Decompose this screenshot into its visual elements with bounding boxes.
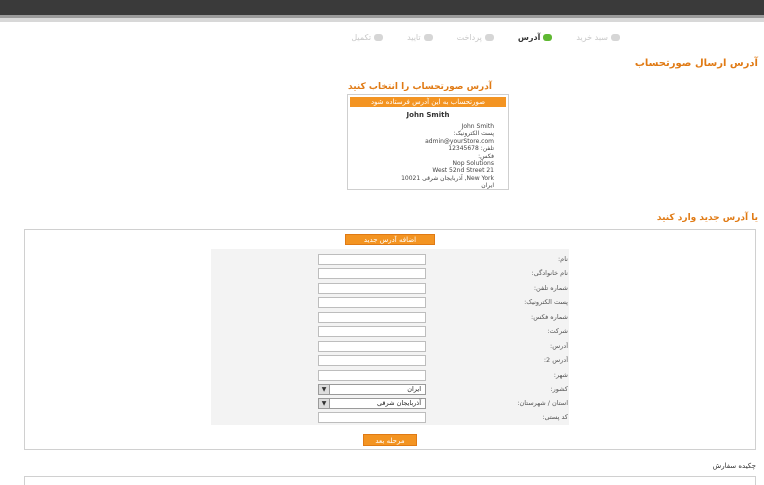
step-label: آدرس — [517, 32, 541, 42]
window-top-bar — [0, 0, 764, 18]
company-label: شرکت: — [547, 327, 568, 335]
phone-label: شماره تلفن: — [533, 284, 568, 292]
address-card-details: John Smith پست الکترونیک: admin@yourStor… — [364, 123, 494, 190]
state-selected-value: آذربایجان شرقی — [376, 399, 421, 407]
chevron-down-icon[interactable]: ▼ — [319, 399, 330, 408]
step-payment[interactable]: پرداخت — [457, 30, 494, 44]
company-input[interactable] — [318, 326, 426, 337]
email-input[interactable] — [318, 297, 426, 308]
step-address-icon — [543, 33, 553, 41]
zip-row: کد پستی: — [318, 412, 570, 424]
select-address-title: آدرس صورتحساب را انتخاب کنید — [348, 82, 492, 92]
state-row: استان / شهرستان: ▼ آذربایجان شرقی — [318, 398, 570, 410]
fax-label: شماره فکس: — [531, 313, 568, 321]
address2-label: آدرس 2: — [543, 356, 568, 364]
country-select[interactable]: ▼ ایران — [318, 384, 426, 395]
country-label: کشور: — [550, 385, 568, 393]
address2-row: آدرس 2: — [318, 355, 570, 367]
address1-label: آدرس: — [550, 342, 568, 350]
order-summary-box — [24, 476, 756, 485]
step-complete[interactable]: تکمیل — [351, 30, 384, 44]
last-name-label: نام خانوادگی: — [531, 269, 568, 277]
address-line: John Smith — [461, 123, 494, 130]
step-complete-icon — [374, 33, 384, 41]
next-step-button[interactable]: مرحله بعد — [363, 434, 417, 446]
first-name-row: نام: — [318, 254, 570, 266]
state-select[interactable]: ▼ آذربایجان شرقی — [318, 398, 426, 409]
step-label: تکمیل — [351, 32, 372, 42]
company-row: شرکت: — [318, 326, 570, 338]
add-new-address-button[interactable]: اضافه آدرس جدید — [345, 234, 435, 245]
first-name-input[interactable] — [318, 254, 426, 265]
existing-address-card: صورتحساب به این آدرس فرستاده شود John Sm… — [347, 94, 509, 190]
first-name-label: نام: — [557, 255, 568, 263]
step-payment-icon — [484, 33, 494, 41]
step-confirm-icon — [423, 33, 433, 41]
address-line: ایران — [481, 182, 494, 190]
address-line: New York, آذربایجان شرقی 10021 — [401, 174, 494, 182]
order-summary-title: چکیده سفارش — [712, 462, 756, 470]
state-label: استان / شهرستان: — [517, 399, 568, 407]
city-row: شهر: — [318, 370, 570, 382]
zip-input[interactable] — [318, 412, 426, 423]
phone-row: شماره تلفن: — [318, 283, 570, 295]
step-label: پرداخت — [456, 32, 482, 42]
address-line: Nop Solutions — [452, 160, 494, 168]
bill-to-this-address-button[interactable]: صورتحساب به این آدرس فرستاده شود — [350, 97, 506, 107]
step-cart[interactable]: سبد خرید — [576, 30, 620, 44]
address-line: فکس: — [478, 152, 494, 160]
last-name-input[interactable] — [318, 268, 426, 279]
zip-label: کد پستی: — [542, 413, 568, 421]
address-line: تلفن: 12345678 — [448, 145, 494, 153]
address2-input[interactable] — [318, 355, 426, 366]
chevron-down-icon[interactable]: ▼ — [319, 385, 330, 394]
checkout-steps: سبد خرید آدرس پرداخت تایید تکمیل — [200, 30, 620, 44]
address-line: پست الکترونیک: — [453, 130, 494, 138]
address-line: admin@yourStore.com — [425, 137, 494, 145]
fax-row: شماره فکس: — [318, 312, 570, 324]
email-label: پست الکترونیک: — [524, 298, 568, 306]
country-row: کشور: ▼ ایران — [318, 384, 570, 396]
top-bar-divider — [0, 18, 764, 22]
step-label: سبد خرید — [576, 32, 608, 42]
new-address-title: یا آدرس جدید وارد کنید — [656, 213, 758, 223]
city-label: شهر: — [553, 371, 568, 379]
address1-input[interactable] — [318, 341, 426, 352]
fax-input[interactable] — [318, 312, 426, 323]
city-input[interactable] — [318, 370, 426, 381]
address-line: 21 West 52nd Street — [432, 167, 494, 175]
country-selected-value: ایران — [407, 385, 421, 393]
last-name-row: نام خانوادگی: — [318, 268, 570, 280]
step-address[interactable]: آدرس — [518, 30, 553, 44]
step-cart-icon — [611, 33, 620, 41]
step-confirm[interactable]: تایید — [407, 30, 433, 44]
email-row: پست الکترونیک: — [318, 297, 570, 309]
step-label: تایید — [407, 32, 421, 42]
address1-row: آدرس: — [318, 341, 570, 353]
address-card-name: John Smith — [406, 111, 450, 119]
phone-input[interactable] — [318, 283, 426, 294]
page-title: آدرس ارسال صورتحساب — [634, 58, 758, 69]
